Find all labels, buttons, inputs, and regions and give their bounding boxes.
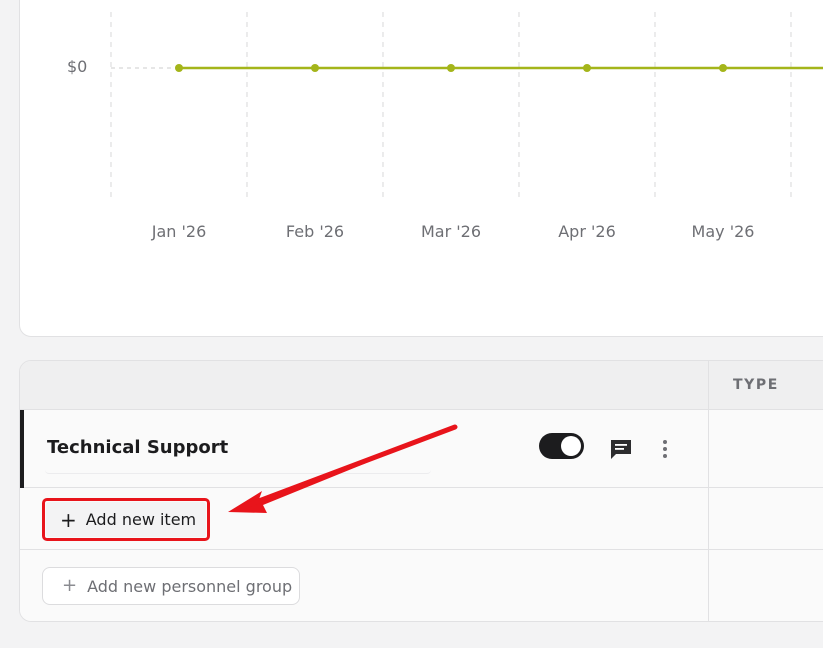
personnel-table: TYPE Technical Support + Add new item + … [19, 360, 823, 622]
row-accent-bar [20, 410, 24, 488]
x-tick-label: Feb '26 [285, 222, 345, 241]
group-row[interactable]: Technical Support [20, 410, 823, 488]
add-item-row: + Add new item [20, 488, 823, 550]
plus-icon: + [62, 575, 78, 596]
add-group-row: + Add new personnel group [20, 550, 823, 621]
y-tick-label: $0 [67, 57, 88, 76]
x-tick-label: Mar '26 [420, 222, 482, 241]
x-tick-label: Apr '26 [558, 222, 616, 241]
toggle-knob [561, 436, 581, 456]
add-personnel-group-button[interactable]: + Add new personnel group [42, 567, 300, 605]
table-header: TYPE [20, 361, 823, 410]
comment-icon[interactable] [609, 438, 633, 460]
column-divider [708, 361, 709, 621]
column-header-type: TYPE [733, 377, 779, 393]
x-tick-label: May '26 [691, 222, 755, 241]
add-group-label: Add new personnel group [87, 576, 293, 596]
chart-card [19, 0, 823, 337]
more-vertical-icon[interactable] [658, 438, 672, 460]
group-name: Technical Support [47, 437, 229, 458]
group-toggle[interactable] [539, 433, 584, 459]
highlight-box [42, 498, 210, 541]
x-tick-label: Jan '26 [151, 222, 207, 241]
